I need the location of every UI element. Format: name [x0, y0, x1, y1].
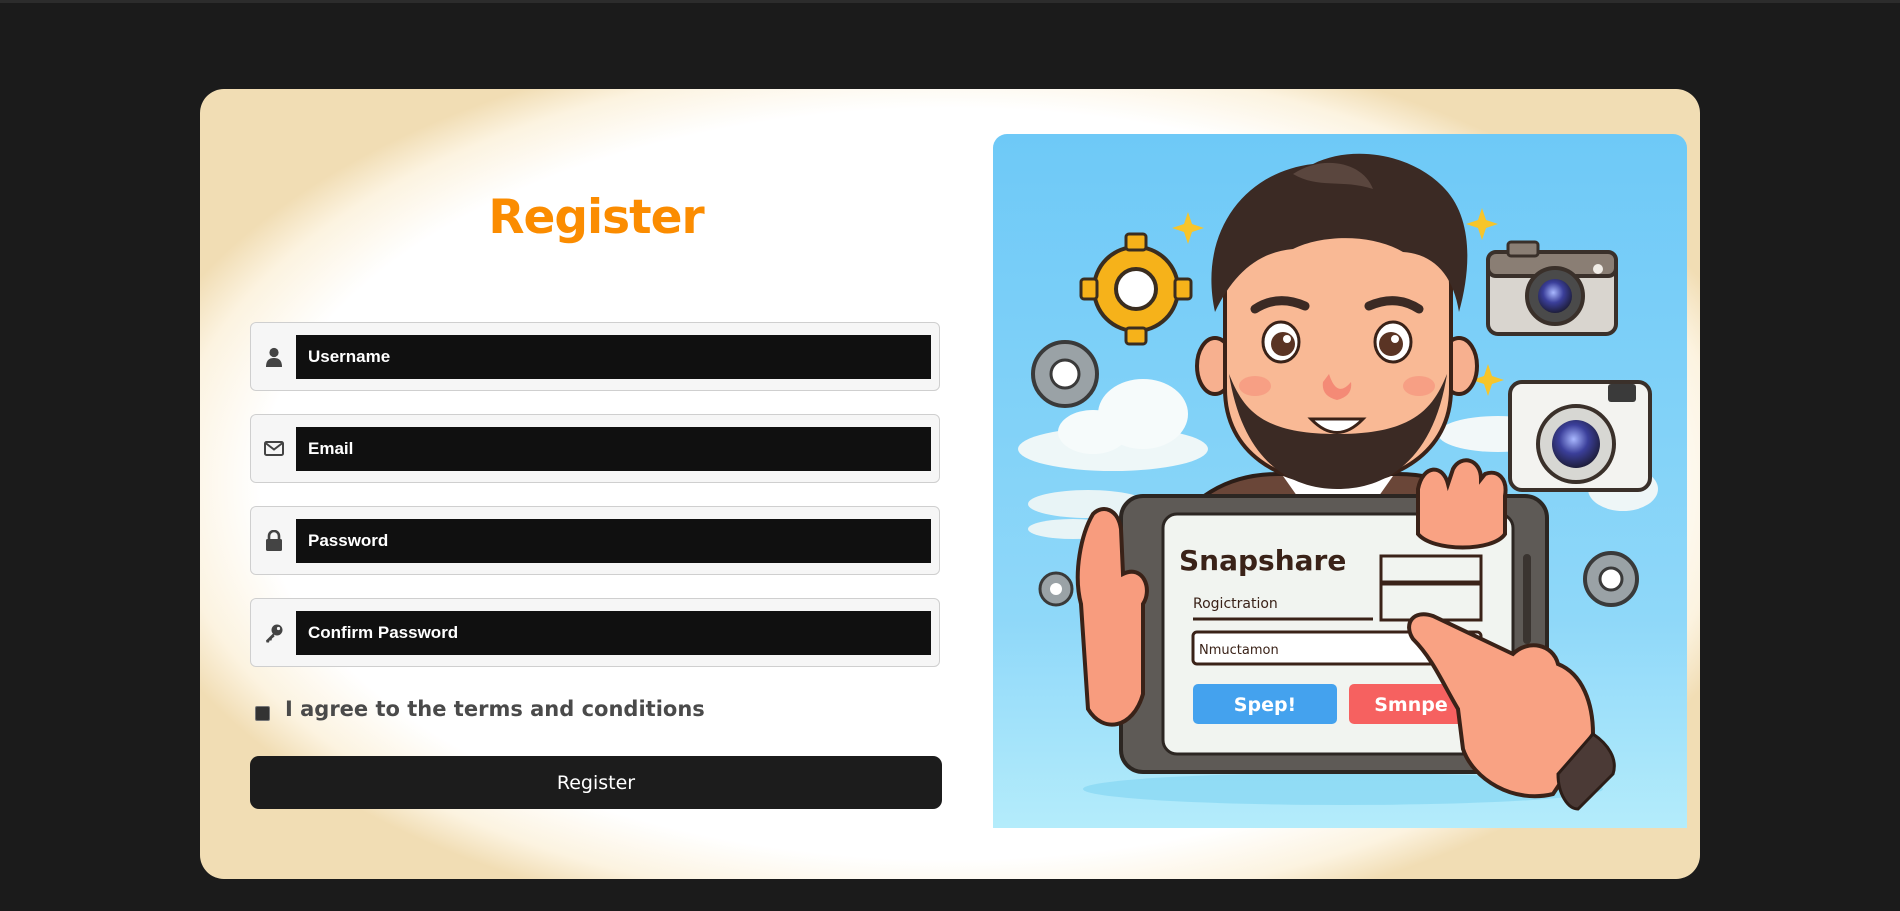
terms-label[interactable]: I agree to the terms and conditions	[285, 697, 705, 721]
illustration-svg: Snapshare Rogictration Nmuctamon Spep! S…	[993, 134, 1687, 828]
page-title: Register	[488, 190, 704, 245]
email-field-group	[250, 414, 940, 483]
tablet-title-text: Snapshare	[1179, 544, 1346, 577]
email-input[interactable]	[296, 427, 931, 471]
register-button[interactable]: Register	[250, 756, 942, 809]
terms-agreement: I agree to the terms and conditions	[255, 694, 705, 724]
camera-icon-top	[1486, 240, 1618, 336]
tablet-button-2-text: Smnpe	[1374, 694, 1448, 716]
password-input[interactable]	[296, 519, 931, 563]
username-field-group	[250, 322, 940, 391]
gear-right-icon	[1583, 551, 1639, 607]
register-illustration: Snapshare Rogictration Nmuctamon Spep! S…	[993, 134, 1687, 828]
confirm-password-input[interactable]	[296, 611, 931, 655]
confirm-password-field-group	[250, 598, 940, 667]
gear-small-left-icon	[1038, 571, 1074, 607]
username-input[interactable]	[296, 335, 931, 379]
key-icon	[261, 599, 287, 666]
envelope-icon	[261, 415, 287, 482]
camera-icon-right	[1508, 380, 1652, 492]
tablet-label-1-text: Rogictration	[1193, 596, 1278, 612]
window-top-border	[0, 0, 1900, 3]
password-field-group	[250, 506, 940, 575]
tablet-button-1-text: Spep!	[1234, 694, 1296, 716]
lock-icon	[261, 507, 287, 574]
gear-grey-icon	[1031, 340, 1099, 408]
tablet-label-2-text: Nmuctamon	[1199, 643, 1279, 658]
terms-checkbox[interactable]	[255, 706, 270, 721]
user-icon	[261, 323, 287, 390]
